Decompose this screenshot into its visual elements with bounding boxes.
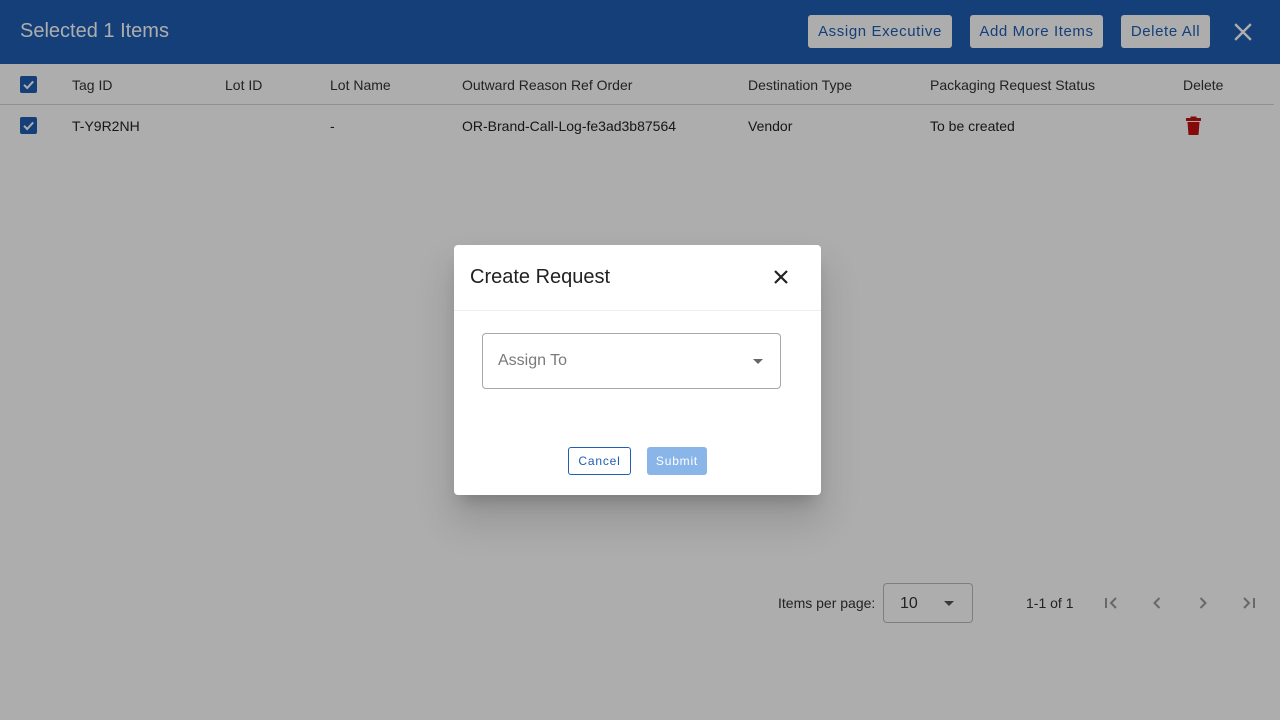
cancel-button[interactable]: Cancel — [568, 447, 631, 475]
create-request-dialog: Create Request Assign To Cancel Submit — [454, 245, 821, 495]
dialog-title: Create Request — [470, 266, 611, 288]
chevron-down-icon — [753, 359, 763, 364]
close-icon[interactable] — [770, 266, 792, 288]
assign-to-placeholder: Assign To — [498, 352, 568, 369]
submit-button[interactable]: Submit — [647, 447, 707, 475]
assign-to-select[interactable]: Assign To — [482, 333, 781, 389]
dialog-header: Create Request — [454, 245, 821, 311]
